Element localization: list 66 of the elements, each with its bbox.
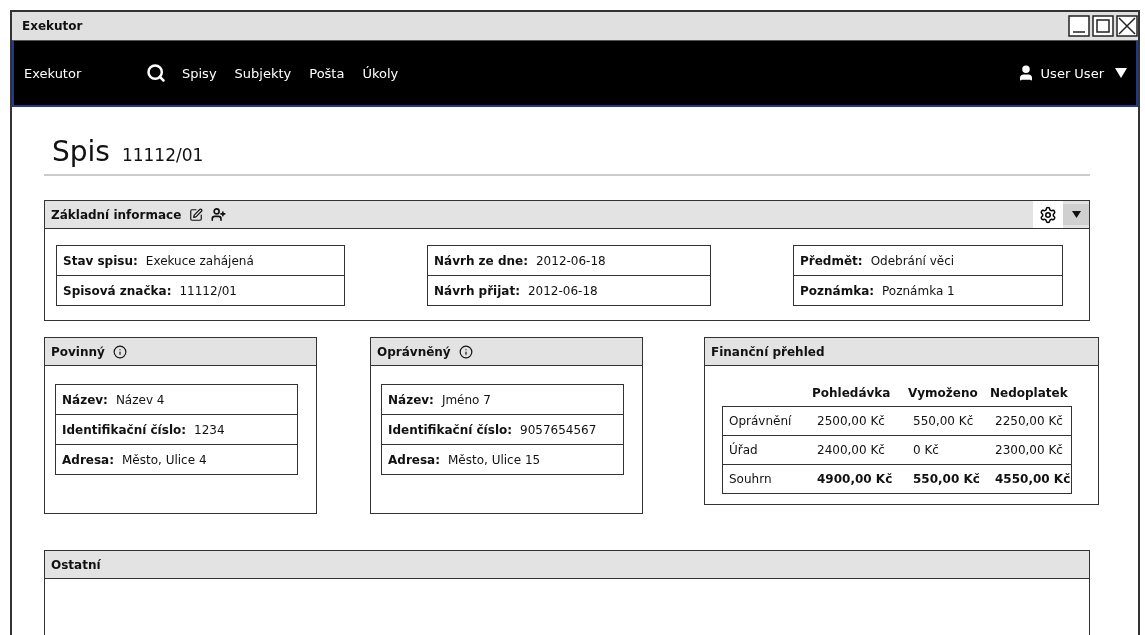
field-label: Návrh přijat:: [434, 283, 520, 298]
dropdown-button[interactable]: [1063, 204, 1089, 225]
column-header: Nedoplatek: [989, 385, 1069, 402]
field-label: Návrh ze dne:: [434, 253, 528, 268]
info-icon[interactable]: [112, 344, 127, 359]
nav-link[interactable]: Subjekty: [234, 65, 292, 81]
search-icon[interactable]: [146, 63, 166, 83]
field-label: Poznámka:: [800, 283, 875, 298]
nav-link[interactable]: Spisy: [182, 65, 217, 81]
nav-link[interactable]: Pošta: [309, 65, 345, 81]
column-header: Vymoženo: [907, 385, 979, 402]
field-label: Název:: [388, 392, 434, 407]
panel-title: Základní informace: [51, 207, 182, 222]
field-value: 9057654567: [520, 422, 597, 437]
field-label: Identifikační číslo:: [62, 422, 187, 437]
panel-title: Ostatní: [51, 557, 101, 572]
field-label: Stav spisu:: [63, 253, 138, 268]
column-header: Pohledávka: [811, 385, 892, 402]
field-label: Název:: [62, 392, 108, 407]
user-menu[interactable]: User User: [1040, 65, 1104, 81]
field-value: Název 4: [115, 392, 165, 407]
field-value: 1234: [194, 422, 225, 437]
field-value: 2012-06-18: [536, 253, 606, 268]
brand-name[interactable]: Exekutor: [24, 65, 146, 81]
dropdown-icon[interactable]: [1114, 67, 1128, 79]
row-label: Oprávnění: [728, 414, 793, 428]
field-label: Adresa:: [62, 452, 114, 467]
table-cell-text: 2400,00 Kč: [816, 443, 886, 457]
panel-title: Povinný: [51, 344, 105, 359]
field-label: Adresa:: [388, 452, 440, 467]
field-value: Město, Ulice 4: [122, 452, 207, 467]
page-heading: Spis: [52, 135, 110, 168]
table-cell-text: 4900,00 Kč: [816, 472, 894, 486]
field-value: 2012-06-18: [527, 283, 598, 298]
add-user-icon[interactable]: [211, 207, 227, 222]
panel-title: Finanční přehled: [711, 344, 825, 359]
field-value: Město, Ulice 15: [448, 452, 541, 467]
table-cell-text: 550,00 Kč: [912, 472, 981, 486]
case-number: 11112/01: [121, 145, 204, 165]
maximize-icon[interactable]: [1092, 15, 1114, 37]
minimize-icon[interactable]: [1068, 15, 1090, 37]
field-label: Identifikační číslo:: [388, 422, 513, 437]
info-icon[interactable]: [458, 344, 473, 359]
edit-icon[interactable]: [189, 207, 204, 222]
close-icon[interactable]: [1116, 15, 1138, 37]
table-cell-text: 550,00 Kč: [912, 414, 975, 428]
panel-title: Oprávněný: [377, 344, 451, 359]
window-title: Exekutor: [22, 19, 83, 33]
settings-button[interactable]: [1033, 201, 1063, 228]
field-value: Poznámka 1: [882, 283, 955, 298]
row-label: Úřad: [728, 443, 759, 457]
table-cell-text: 0 Kč: [912, 443, 940, 457]
table-cell-text: 2500,00 Kč: [816, 414, 886, 428]
gear-icon: [1039, 205, 1057, 224]
field-label: Předmět:: [800, 253, 863, 268]
field-value: Odebrání věci: [870, 253, 955, 268]
field-value: 11112/01: [179, 283, 237, 298]
caret-icon: [1071, 211, 1081, 218]
table-cell-text: 2300,00 Kč: [994, 443, 1064, 457]
nav-link[interactable]: Úkoly: [362, 65, 399, 81]
field-value: Jméno 7: [441, 392, 491, 407]
table-cell-text: 4550,00 Kč: [994, 472, 1071, 486]
row-label: Souhrn: [728, 472, 773, 486]
field-value: Exekuce zahájená: [145, 253, 254, 268]
table-cell-text: 2250,00 Kč: [994, 414, 1064, 428]
field-label: Spisová značka:: [63, 283, 172, 298]
